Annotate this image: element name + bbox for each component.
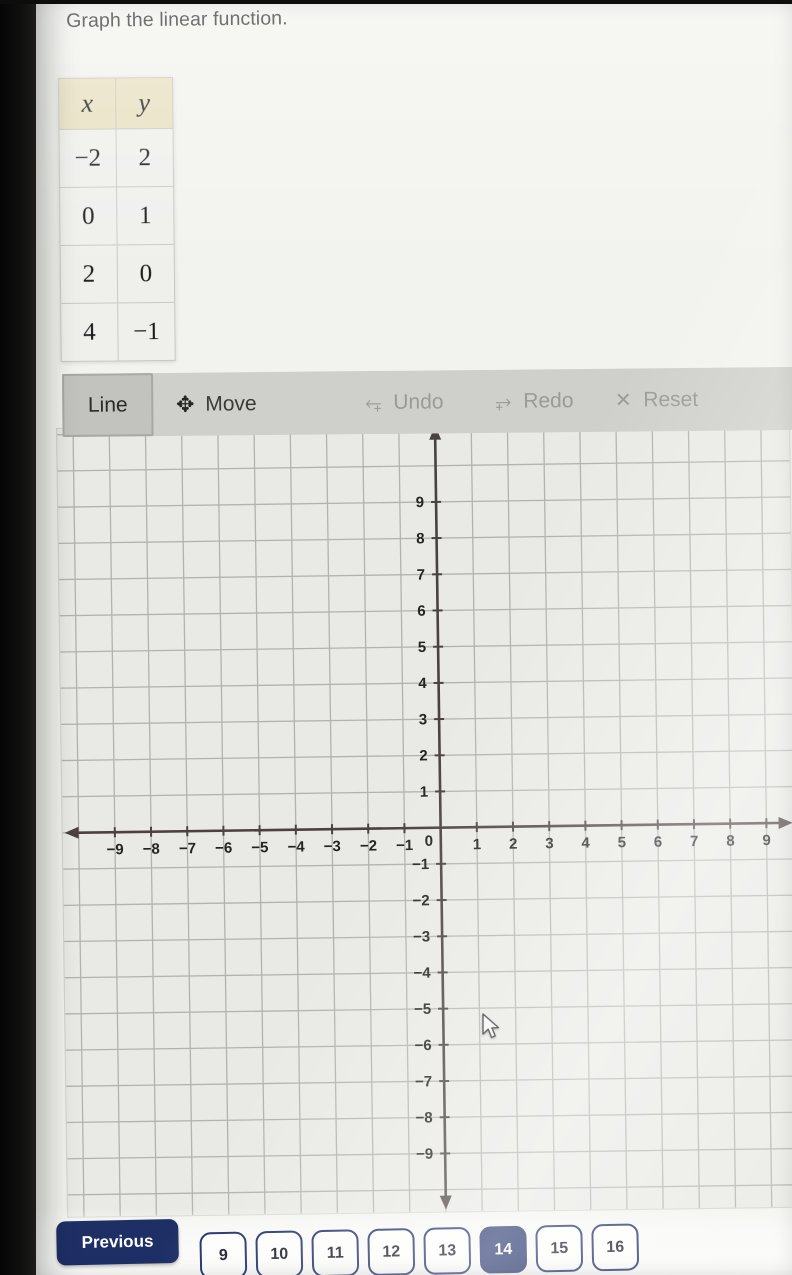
- table-header-row: x y: [58, 77, 173, 130]
- y-axis-tick-label: 8: [416, 530, 425, 547]
- y-axis-tick-label: 1: [420, 784, 429, 801]
- y-axis-tick-label: 6: [417, 603, 426, 620]
- redo-arrow-icon: ⥅: [495, 390, 512, 413]
- x-axis-tick-label: −8: [143, 841, 160, 858]
- tool-reset-label: Reset: [643, 387, 699, 411]
- x-axis-tick-label: 5: [618, 834, 627, 851]
- y-axis-tick-label: −8: [415, 1109, 432, 1126]
- origin-label: 0: [425, 833, 434, 850]
- table-cell-y: 0: [117, 244, 175, 303]
- previous-button[interactable]: Previous: [56, 1218, 179, 1266]
- close-x-icon: ✕: [614, 389, 632, 412]
- page-button-13[interactable]: 13: [423, 1226, 472, 1275]
- undo-arrow-icon: ⥆: [365, 391, 382, 414]
- y-axis-tick-label: 4: [418, 675, 427, 692]
- table-cell-y: 1: [116, 186, 175, 245]
- graph-toolbar: Line ✥ Move ⥆ Undo ⥅ Redo ✕ Reset: [62, 366, 792, 437]
- axes: [64, 425, 792, 1210]
- xy-value-table: x y −2 2 0 1 2 0 4 −1: [58, 76, 176, 362]
- page-button-12[interactable]: 12: [367, 1228, 416, 1275]
- mouse-pointer-icon: [482, 1013, 500, 1039]
- y-axis-tick-label: −7: [415, 1073, 432, 1090]
- tool-move-label: Move: [205, 391, 257, 416]
- tool-redo-button[interactable]: ⥅ Redo: [492, 369, 574, 433]
- table-row: 2 0: [60, 244, 175, 304]
- y-axis-tick-label: −3: [413, 928, 430, 945]
- page-button-label: 10: [270, 1245, 289, 1263]
- y-axis-tick-label: −1: [412, 856, 429, 873]
- page-button-label: 11: [326, 1244, 344, 1262]
- x-axis-tick-label: 2: [509, 836, 518, 853]
- table-row: −2 2: [58, 128, 174, 188]
- page-button-label: 12: [382, 1242, 401, 1261]
- y-axis-tick-label: 9: [416, 494, 425, 511]
- y-axis-tick-label: 5: [418, 639, 427, 656]
- page-button-label: 14: [494, 1240, 513, 1258]
- y-axis-tick-label: −5: [414, 1001, 431, 1018]
- page-title: Graph the linear function.: [66, 7, 288, 32]
- table-cell-x: 0: [59, 186, 118, 246]
- x-axis-tick-label: 9: [762, 832, 771, 849]
- y-axis-tick-label: −6: [414, 1037, 431, 1054]
- table-cell-y: −1: [117, 302, 176, 361]
- page-button-label: 16: [606, 1238, 625, 1256]
- table-header-x: x: [58, 77, 116, 130]
- page-button-16[interactable]: 16: [591, 1223, 640, 1272]
- y-axis-tick-label: −4: [413, 965, 431, 982]
- coordinate-plane-svg[interactable]: −9 −8 −7 −6 −5 −4 −3 −2 −1 1 2 3 4 5 6 7 8 9 −9 −8 −7 −6 −5 −4 −…: [57, 419, 792, 1217]
- y-axis-tick-label: −9: [416, 1146, 433, 1163]
- y-axis-tick-label: 2: [419, 747, 428, 764]
- x-axis-tick-label: −9: [106, 841, 123, 858]
- x-axis-tick-label: 4: [581, 835, 590, 852]
- photo-bezel-top: [0, 0, 792, 4]
- x-axis-tick-label: −3: [324, 838, 341, 855]
- page-button-9[interactable]: 9: [199, 1231, 248, 1275]
- x-axis-tick-label: −5: [251, 839, 268, 856]
- table-cell-x: 4: [60, 302, 119, 362]
- table-cell-x: −2: [58, 128, 117, 188]
- tool-undo-label: Undo: [393, 389, 444, 414]
- previous-button-label: Previous: [81, 1231, 154, 1253]
- x-axis-tick-label: 6: [654, 834, 663, 851]
- x-axis-tick-label: 8: [726, 833, 735, 850]
- page-button-10[interactable]: 10: [255, 1230, 304, 1275]
- y-axis-tick-label: 3: [419, 711, 428, 728]
- page-button-label: 9: [218, 1246, 228, 1264]
- y-axis-tick-label: 7: [417, 566, 426, 583]
- photo-bezel-left: [0, 0, 36, 1275]
- tool-reset-button[interactable]: ✕ Reset: [612, 368, 698, 432]
- x-axis-tick-label: 3: [545, 835, 554, 852]
- x-axis-tick-label: 7: [690, 833, 699, 850]
- page-button-label: 15: [550, 1239, 569, 1257]
- coordinate-plane[interactable]: −9 −8 −7 −6 −5 −4 −3 −2 −1 1 2 3 4 5 6 7 8 9 −9 −8 −7 −6 −5 −4 −…: [56, 417, 792, 1218]
- tool-redo-label: Redo: [523, 388, 574, 413]
- x-axis-tick-label: −1: [396, 837, 413, 854]
- table-row: 0 1: [59, 186, 175, 246]
- x-axis-tick-label: 1: [473, 836, 482, 853]
- table-cell-x: 2: [60, 244, 118, 304]
- tool-line-button[interactable]: Line: [62, 373, 154, 437]
- x-axis-tick-label: −6: [215, 840, 232, 857]
- table-cell-y: 2: [115, 128, 174, 187]
- page-button-label: 13: [438, 1241, 457, 1260]
- move-4way-icon: ✥: [175, 391, 195, 417]
- tool-move-button[interactable]: ✥ Move: [174, 372, 257, 436]
- page-button-15[interactable]: 15: [535, 1224, 584, 1273]
- page-button-14[interactable]: 14: [479, 1225, 528, 1274]
- y-axis-tick-label: −2: [412, 892, 429, 909]
- x-axis-tick-label: −7: [179, 840, 196, 857]
- x-axis-tick-label: −4: [287, 839, 305, 856]
- x-axis-tick-label: −2: [360, 838, 377, 855]
- tool-undo-button[interactable]: ⥆ Undo: [362, 370, 444, 434]
- page-button-11[interactable]: 11: [311, 1229, 360, 1275]
- table-header-y: y: [115, 77, 173, 129]
- tool-line-label: Line: [87, 392, 128, 417]
- table-row: 4 −1: [60, 302, 176, 362]
- worksheet-page: Graph the linear function. x y −2 2 0 1: [34, 0, 792, 1275]
